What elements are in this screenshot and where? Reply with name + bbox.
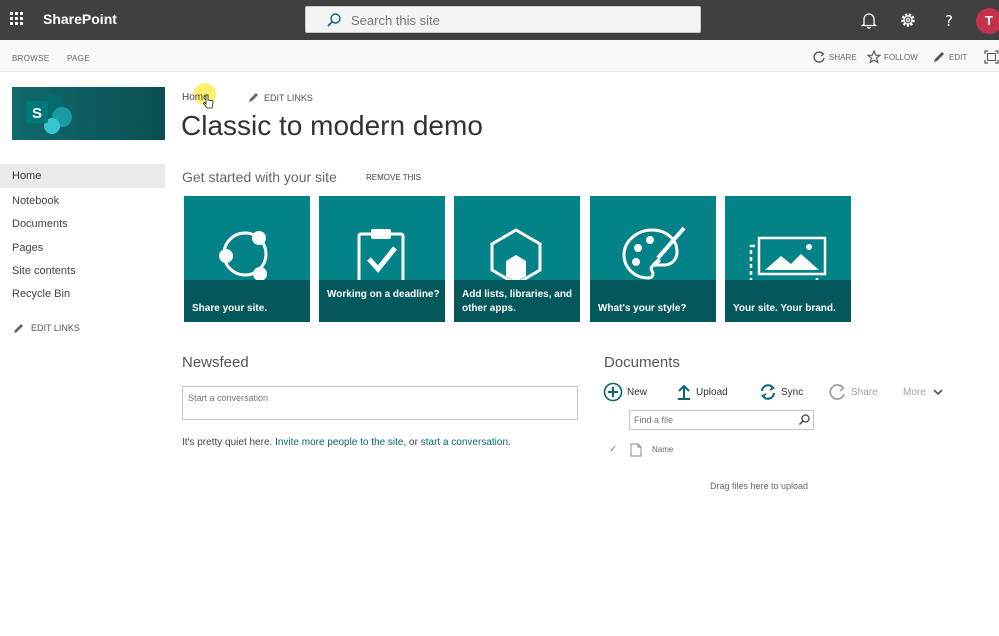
share-icon <box>829 384 845 400</box>
search-icon <box>327 13 341 27</box>
tab-page[interactable]: PAGE <box>67 54 90 63</box>
drag-files-hint: Drag files here to upload <box>710 481 809 491</box>
site-logo[interactable]: S <box>12 87 165 140</box>
new-document-button[interactable]: New <box>603 382 655 402</box>
upload-button[interactable]: Upload <box>676 382 734 402</box>
follow-label: FOLLOW <box>884 53 918 62</box>
sync-icon <box>760 384 776 400</box>
invite-people-link[interactable]: Invite more people to the site, <box>275 437 406 448</box>
conversation-box[interactable] <box>182 386 578 420</box>
more-button[interactable]: More <box>903 382 947 402</box>
avatar[interactable]: T <box>976 8 999 34</box>
bell-icon[interactable] <box>859 10 879 30</box>
focus-content-icon[interactable] <box>984 50 999 64</box>
svg-text:S: S <box>32 105 42 122</box>
tile-label: Add lists, libraries, and other apps. <box>462 289 573 314</box>
upload-label: Upload <box>696 387 728 398</box>
add-circle-icon <box>603 382 623 402</box>
upload-icon <box>678 384 690 400</box>
quiet-text-mid: or <box>409 437 418 448</box>
follow-button[interactable]: FOLLOW <box>867 50 923 64</box>
clipboard-check-icon <box>357 229 405 286</box>
tile-label: Your site. Your brand. <box>733 303 836 314</box>
gear-icon[interactable] <box>898 10 918 30</box>
help-icon[interactable]: ? <box>940 10 960 30</box>
sharepoint-logo-icon: S <box>26 94 72 134</box>
ribbon: BROWSE PAGE SHARE FOLLOW EDIT <box>0 40 999 72</box>
star-icon <box>867 50 881 64</box>
edit-button[interactable]: EDIT <box>932 50 972 64</box>
mouse-cursor-icon <box>203 94 214 109</box>
nav-edit-links-label: EDIT LINKS <box>31 323 80 333</box>
find-file-input[interactable] <box>634 414 794 426</box>
picture-frame-icon <box>749 236 827 284</box>
pencil-icon <box>934 52 944 62</box>
select-all-checkmark-icon[interactable]: ✓ <box>609 444 617 455</box>
edit-links-label: EDIT LINKS <box>264 93 313 103</box>
share-nodes-icon <box>219 231 268 281</box>
tile-label: What's your style? <box>598 303 687 314</box>
search-box[interactable] <box>305 6 701 33</box>
newsfeed-empty-message: It's pretty quiet here. Invite more peop… <box>182 437 511 448</box>
app-name[interactable]: SharePoint <box>43 11 117 27</box>
suite-bar: SharePoint ? T <box>0 0 999 40</box>
share-label: SHARE <box>829 53 857 62</box>
app-launcher-icon[interactable] <box>4 4 36 36</box>
search-icon[interactable] <box>798 414 810 426</box>
documents-title: Documents <box>604 354 680 371</box>
column-header-name[interactable]: Name <box>652 445 673 454</box>
nav-item-recycle-bin[interactable]: Recycle Bin <box>0 282 165 306</box>
share-label: Share <box>851 387 878 398</box>
tile-label: Working on a deadline? <box>327 289 440 300</box>
tab-browse[interactable]: BROWSE <box>12 54 49 63</box>
sync-label: Sync <box>781 387 804 398</box>
hexagon-app-icon <box>490 228 542 286</box>
edit-label: EDIT <box>949 53 968 62</box>
tile-deadline[interactable]: Working on a deadline? <box>319 196 445 322</box>
more-label: More <box>903 387 926 398</box>
remove-this-link[interactable]: REMOVE THIS <box>366 173 421 182</box>
conversation-input[interactable] <box>188 391 568 405</box>
start-conversation-link[interactable]: start a conversation. <box>421 437 511 448</box>
tile-add-apps[interactable]: Add lists, libraries, and other apps. <box>454 196 580 322</box>
share-document-button[interactable]: Share <box>829 382 881 402</box>
palette-icon <box>622 226 686 280</box>
quiet-text: It's pretty quiet here. <box>182 437 273 448</box>
nav-item-pages[interactable]: Pages <box>0 236 165 260</box>
share-icon <box>813 51 825 63</box>
tile-style[interactable]: What's your style? <box>590 196 716 322</box>
tile-share-site[interactable]: Share your site. <box>184 196 310 322</box>
find-file-box[interactable] <box>629 410 814 430</box>
svg-text:?: ? <box>945 12 953 30</box>
pencil-icon <box>249 93 258 102</box>
tile-label: Share your site. <box>192 303 268 314</box>
tile-brand[interactable]: Your site. Your brand. <box>725 196 851 322</box>
document-type-icon <box>630 443 642 457</box>
pencil-icon <box>14 324 23 333</box>
search-input[interactable] <box>351 11 681 29</box>
page-title: Classic to modern demo <box>181 110 483 141</box>
get-started-title: Get started with your site <box>182 169 337 185</box>
share-button[interactable]: SHARE <box>812 50 860 64</box>
nav-item-home[interactable]: Home <box>0 164 165 188</box>
nav-item-documents[interactable]: Documents <box>0 212 165 236</box>
new-label: New <box>627 387 648 398</box>
sync-button[interactable]: Sync <box>759 382 805 402</box>
nav-item-notebook[interactable]: Notebook <box>0 189 165 213</box>
newsfeed-title: Newsfeed <box>182 354 249 371</box>
chevron-down-icon <box>933 389 943 396</box>
nav-item-site-contents[interactable]: Site contents <box>0 259 165 283</box>
